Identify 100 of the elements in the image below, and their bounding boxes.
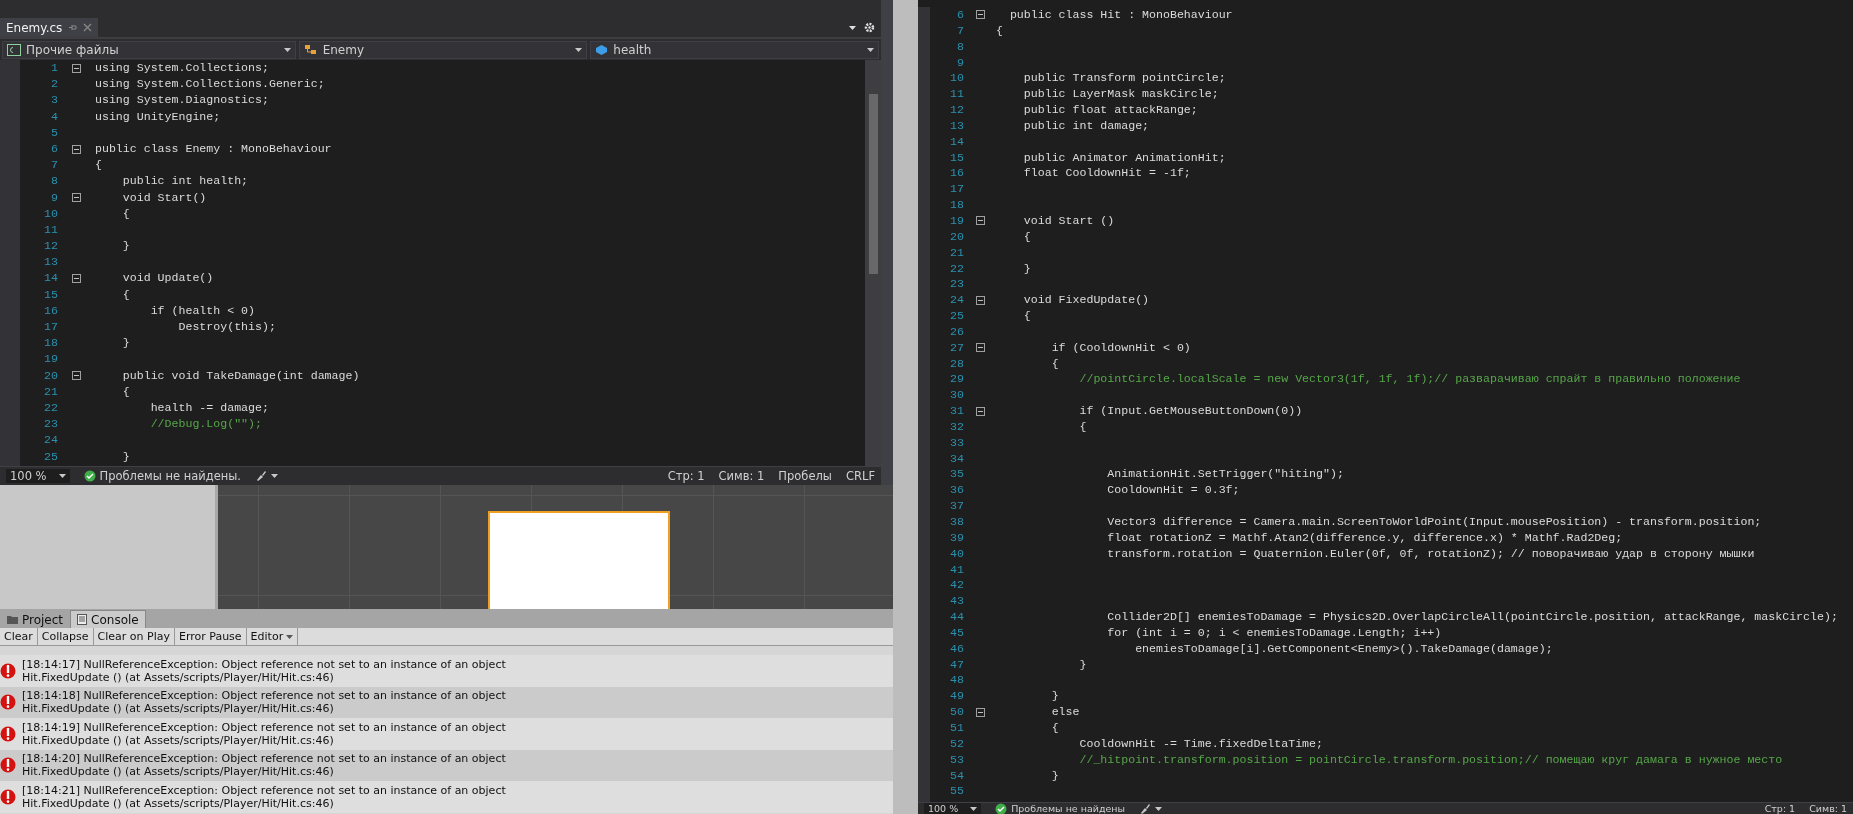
line-number: 12 <box>43 238 58 255</box>
scene-view[interactable] <box>218 485 893 609</box>
brush-icon <box>255 470 268 482</box>
line-number: 15 <box>43 286 58 303</box>
collapse-icon[interactable] <box>975 406 985 416</box>
code-line: AnimationHit.SetTrigger("hiting"); <box>1106 466 1344 483</box>
line-number: 39 <box>949 529 964 546</box>
code-line: using System.Collections.Generic; <box>95 76 325 93</box>
field-icon <box>595 43 609 56</box>
line-number: 54 <box>949 767 964 784</box>
navigation-dropdown[interactable]: health <box>590 40 879 59</box>
settings-icon[interactable] <box>864 22 875 33</box>
line-number: 10 <box>43 205 58 222</box>
code-line: health -= damage; <box>149 399 269 416</box>
caret-icon <box>58 474 66 478</box>
csharp-file-icon <box>7 43 21 56</box>
code-line: enemiesToDamage[i].GetComponent<Enemy>().TakeDamage(damage); <box>1134 640 1553 657</box>
code-line: transform.rotation = Quaternion.Euler(0f, 0f, rotationZ); // поворачиваю удар в сторону мышки <box>1106 545 1755 562</box>
code-line: public float attackRange; <box>1022 102 1198 118</box>
line-number: 53 <box>949 751 964 768</box>
line-number: 15 <box>949 149 964 166</box>
close-icon[interactable] <box>83 23 93 32</box>
line-number: 4 <box>50 108 58 125</box>
line-number: 20 <box>949 228 964 245</box>
log-stack-trace: Hit.FixedUpdate () (at Assets/scripts/Player/Hit/Hit.cs:46) <box>22 670 335 684</box>
collapse-icon[interactable] <box>72 63 81 73</box>
log-entry[interactable]: [18:14:20] NullReferenceException: Object reference not set to an instance of an object Hit.FixedUpdate () (at Assets/scripts/Player/Hit/Hit.cs:46) <box>0 749 893 781</box>
indent-indicator[interactable]: Пробелы <box>778 469 832 483</box>
line-number: 38 <box>949 514 964 530</box>
collapse-icon[interactable] <box>975 343 985 353</box>
line-number: 14 <box>949 133 964 150</box>
code-line: public class Enemy : MonoBehaviour <box>95 140 332 157</box>
code-line: { <box>1078 418 1087 435</box>
log-entry[interactable]: [18:14:17] NullReferenceException: Object reference not set to an instance of an object Hit.FixedUpdate () (at Assets/scripts/Player/Hit/Hit.cs:46) <box>0 655 893 687</box>
line-number: 16 <box>949 165 964 182</box>
collapse-icon[interactable] <box>72 144 81 154</box>
caret-icon <box>1155 806 1163 811</box>
collapse-icon[interactable] <box>72 193 81 203</box>
code-line: Vector3 difference = Camera.main.ScreenToWorldPoint(Input.mousePosition) - transform.position; <box>1106 514 1762 530</box>
line-number: 50 <box>949 704 964 720</box>
collapse-icon[interactable] <box>975 707 985 717</box>
line-number: 9 <box>50 189 58 206</box>
caret-icon <box>970 806 978 811</box>
log-entry[interactable]: [18:14:19] NullReferenceException: Object reference not set to an instance of an object Hit.FixedUpdate () (at Assets/scripts/Player/Hit/Hit.cs:46) <box>0 718 893 750</box>
log-entry[interactable]: [18:14:21] NullReferenceException: Object reference not set to an instance of an object Hit.FixedUpdate () (at Assets/scripts/Player/Hit/Hit.cs:46) <box>0 781 893 813</box>
code-line: } <box>121 448 130 465</box>
collapse-icon[interactable] <box>72 371 81 381</box>
line-number: 41 <box>949 561 964 578</box>
code-line: using System.Diagnostics; <box>95 92 269 109</box>
column-indicator[interactable]: Симв: 1 <box>1809 803 1847 814</box>
collapse-icon[interactable] <box>975 295 985 305</box>
line-number: 51 <box>949 719 964 736</box>
folder-icon <box>7 615 18 624</box>
line-number: 9 <box>956 54 964 71</box>
pin-icon[interactable] <box>68 23 78 32</box>
collapse-icon[interactable] <box>72 274 81 284</box>
cleanup-dropdown[interactable] <box>1139 803 1163 814</box>
log-entry[interactable]: [18:14:18] NullReferenceException: Object reference not set to an instance of an object Hit.FixedUpdate () (at Assets/scripts/Player/Hit/Hit.cs:46) <box>0 686 893 718</box>
scrollbar[interactable] <box>865 60 881 466</box>
line-number: 16 <box>43 302 58 319</box>
line-number: 40 <box>949 545 964 562</box>
line-number: 20 <box>43 367 58 384</box>
code-line: for (int i = 0; i < enemiesToDamage.Length; i++) <box>1106 624 1442 641</box>
code-line: else <box>1050 704 1080 720</box>
line-ending-indicator[interactable]: CRLF <box>845 469 875 483</box>
code-line: } <box>1022 260 1031 277</box>
collapse-icon[interactable] <box>975 10 985 20</box>
line-number: 33 <box>949 434 964 451</box>
console-icon <box>77 614 88 625</box>
code-line: { <box>121 286 130 303</box>
line-indicator[interactable]: Стр: 1 <box>1764 803 1796 814</box>
code-line: CooldownHit -= Time.fixedDeltaTime; <box>1078 735 1323 752</box>
line-number: 46 <box>949 640 964 657</box>
cleanup-dropdown[interactable] <box>255 470 279 482</box>
code-line: } <box>1050 688 1059 705</box>
line-number: 42 <box>949 577 964 594</box>
code-line: Collider2D[] enemiesToDamage = Physics2D.OverlapCircleAll(pointCircle.position, attackRange, maskCircle); <box>1106 609 1838 625</box>
code-line: float rotationZ = Mathf.Atan2(difference.y, difference.x) * Mathf.Rad2Deg; <box>1106 529 1623 546</box>
zoom-dropdown[interactable]: 100 % <box>6 469 70 483</box>
column-indicator[interactable]: Симв: 1 <box>718 469 765 483</box>
file-tab[interactable]: Enemy.cs <box>0 18 99 37</box>
panel-tab[interactable]: Console <box>70 610 146 628</box>
code-line: public LayerMask maskCircle; <box>1022 86 1219 103</box>
line-number: 21 <box>43 383 58 400</box>
error-icon <box>0 693 16 712</box>
line-number: 27 <box>949 339 964 356</box>
code-comment: //_hitpoint.transform.position = pointCircle.transform.position;// помещаю круг дамага в нужное место <box>1078 751 1783 768</box>
line-number: 8 <box>956 38 964 55</box>
line-number: 32 <box>949 418 964 435</box>
line-number: 14 <box>43 270 58 287</box>
collapse-icon[interactable] <box>975 216 985 226</box>
zoom-dropdown[interactable]: 100 % <box>924 803 982 814</box>
navigation-dropdown[interactable]: Прочие файлы <box>2 40 296 59</box>
caret-icon <box>271 474 279 478</box>
code-line: } <box>121 335 130 352</box>
navigation-dropdown[interactable]: Enemy <box>298 40 588 59</box>
log-stack-trace: Hit.FixedUpdate () (at Assets/scripts/Player/Hit/Hit.cs:46) <box>22 796 335 810</box>
line-number: 37 <box>949 498 964 514</box>
log-message: [18:14:20] NullReferenceException: Object reference not set to an instance of an object <box>22 752 506 766</box>
line-indicator[interactable]: Стр: 1 <box>667 469 705 483</box>
